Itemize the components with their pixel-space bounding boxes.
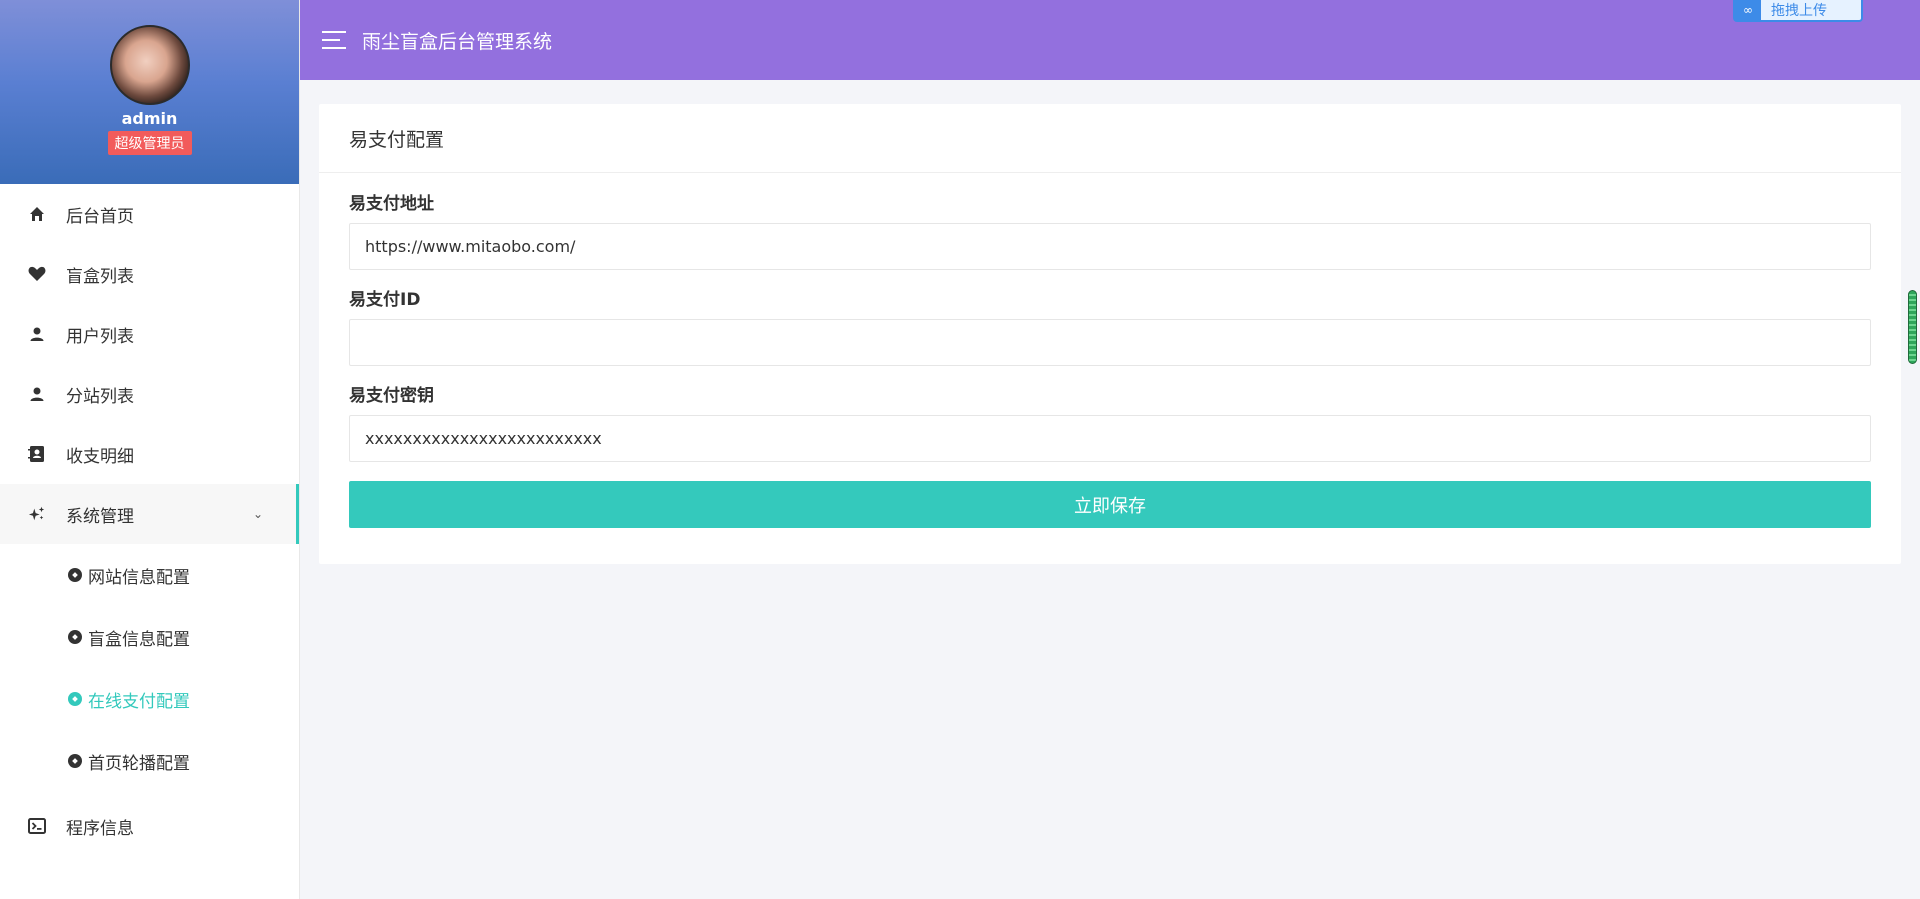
payment-config-card: 易支付配置 易支付地址 易支付ID 易支付密钥 立即保存 bbox=[319, 104, 1901, 564]
submenu-item-carousel-config[interactable]: 首页轮播配置 bbox=[0, 730, 299, 792]
app-title: 雨尘盲盒后台管理系统 bbox=[362, 30, 553, 53]
cloud-icon: ∞ bbox=[1735, 0, 1761, 20]
submenu-item-label: 盲盒信息配置 bbox=[88, 629, 190, 650]
sidebar: admin 超级管理员 后台首页 盲盒列表 用户列表 分站列表 收支明细 系统管… bbox=[0, 0, 300, 899]
contacts-icon bbox=[28, 445, 46, 463]
sidebar-item-label: 系统管理 bbox=[66, 506, 134, 527]
sidebar-item-finance[interactable]: 收支明细 bbox=[0, 424, 299, 484]
submenu-item-label: 在线支付配置 bbox=[88, 691, 190, 712]
submenu-item-site-config[interactable]: 网站信息配置 bbox=[0, 544, 299, 606]
sidebar-item-label: 后台首页 bbox=[66, 206, 134, 227]
user-icon bbox=[28, 385, 46, 403]
sidebar-item-user-list[interactable]: 用户列表 bbox=[0, 304, 299, 364]
sidebar-item-program-info[interactable]: 程序信息 bbox=[0, 796, 299, 856]
field-label-pay-id: 易支付ID bbox=[349, 290, 421, 310]
avatar[interactable] bbox=[109, 25, 190, 105]
submenu-item-label: 网站信息配置 bbox=[88, 567, 190, 588]
chevron-down-icon: ⌄ bbox=[252, 507, 263, 521]
sidebar-item-label: 收支明细 bbox=[66, 446, 134, 467]
top-header: 雨尘盲盒后台管理系统 bbox=[300, 0, 1920, 80]
home-icon bbox=[28, 205, 46, 223]
profile-panel: admin 超级管理员 bbox=[0, 0, 299, 184]
submenu-item-payment-config[interactable]: 在线支付配置 bbox=[0, 668, 299, 730]
menu-toggle-icon[interactable] bbox=[322, 31, 346, 49]
pay-url-input[interactable] bbox=[349, 223, 1871, 270]
compass-icon bbox=[68, 754, 82, 768]
payment-config-form: 易支付地址 易支付ID 易支付密钥 立即保存 bbox=[319, 194, 1901, 528]
role-badge: 超级管理员 bbox=[107, 131, 192, 155]
sidebar-item-label: 程序信息 bbox=[66, 818, 134, 839]
compass-icon bbox=[68, 568, 82, 582]
sidebar-item-label: 盲盒列表 bbox=[66, 266, 134, 287]
pay-key-input[interactable] bbox=[349, 415, 1871, 462]
card-title: 易支付配置 bbox=[319, 104, 1901, 173]
drag-upload-widget[interactable]: ∞ 拖拽上传 bbox=[1733, 0, 1863, 22]
sidebar-item-label: 用户列表 bbox=[66, 326, 134, 347]
scroll-handle[interactable] bbox=[1908, 290, 1917, 364]
compass-icon bbox=[68, 630, 82, 644]
submenu-item-label: 首页轮播配置 bbox=[88, 753, 190, 774]
field-label-pay-key: 易支付密钥 bbox=[349, 386, 434, 406]
pay-id-input[interactable] bbox=[349, 319, 1871, 366]
sidebar-item-system[interactable]: 系统管理 ⌄ bbox=[0, 484, 299, 544]
sidebar-item-substation-list[interactable]: 分站列表 bbox=[0, 364, 299, 424]
terminal-icon bbox=[28, 817, 46, 835]
user-icon bbox=[28, 325, 46, 343]
heart-icon bbox=[28, 265, 46, 283]
sparkle-icon bbox=[28, 505, 46, 523]
sidebar-item-blindbox-list[interactable]: 盲盒列表 bbox=[0, 244, 299, 304]
sidebar-item-label: 分站列表 bbox=[66, 386, 134, 407]
upload-label: 拖拽上传 bbox=[1771, 3, 1827, 19]
field-label-pay-url: 易支付地址 bbox=[349, 194, 434, 214]
sidebar-item-dashboard[interactable]: 后台首页 bbox=[0, 184, 299, 244]
submenu-item-blindbox-config[interactable]: 盲盒信息配置 bbox=[0, 606, 299, 668]
save-button[interactable]: 立即保存 bbox=[349, 481, 1871, 528]
system-submenu: 网站信息配置 盲盒信息配置 在线支付配置 首页轮播配置 bbox=[0, 544, 299, 792]
user-name: admin bbox=[121, 109, 178, 128]
sidebar-menu: 后台首页 盲盒列表 用户列表 分站列表 收支明细 系统管理 ⌄ 网站信息配置 盲… bbox=[0, 184, 299, 856]
compass-icon bbox=[68, 692, 82, 706]
